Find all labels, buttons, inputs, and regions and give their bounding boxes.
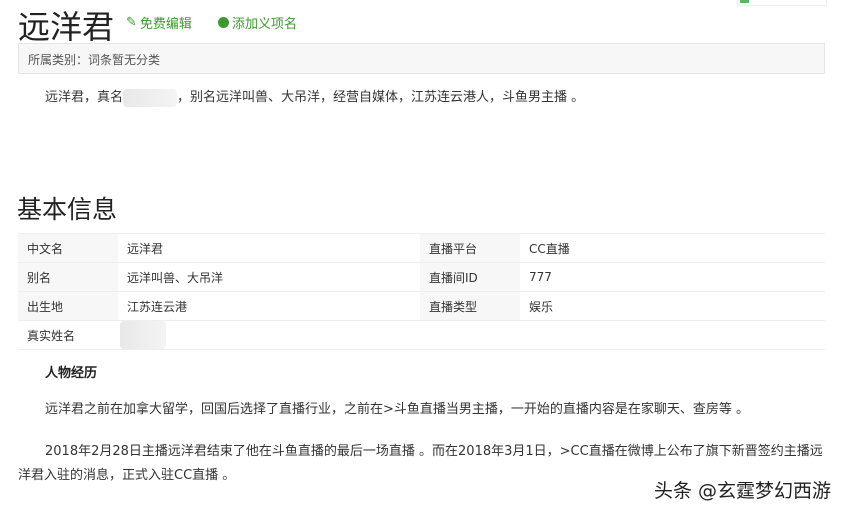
edit-label: 免费编辑	[139, 17, 192, 32]
field-label: 直播间ID	[420, 263, 520, 291]
category-bar: 所属类别：词条暂无分类	[18, 43, 825, 74]
field-value: 远洋君	[127, 241, 164, 256]
table-row: 出生地 江苏连云港 直播类型 娱乐	[18, 292, 825, 321]
redacted-block	[120, 321, 166, 349]
field-value: CC直播	[529, 241, 570, 256]
collect-button[interactable]	[737, 0, 827, 6]
field-label: 中文名	[18, 234, 118, 262]
table-row: 中文名 远洋君 直播平台 CC直播	[18, 234, 825, 263]
intro-text-before: 远洋君，真名	[45, 90, 124, 105]
add-label: 添加义项名	[232, 17, 298, 32]
basic-info-table: 中文名 远洋君 直播平台 CC直播 别名 远洋叫兽、大吊洋 直播间ID 777 出生地 江苏连…	[18, 233, 825, 350]
field-label: 真实姓名	[18, 321, 118, 349]
field-label: 直播平台	[420, 234, 520, 262]
intro-text-after: ，别名远洋叫兽、大吊洋，经营自媒体，江苏连云港人，斗鱼男主播 。	[177, 90, 585, 105]
field-label: 别名	[18, 263, 118, 291]
table-row: 真实姓名	[18, 321, 825, 350]
field-value: 娱乐	[529, 299, 554, 314]
watermark: 头条 @玄霆梦幻西游	[653, 480, 831, 502]
intro-paragraph: 远洋君，真名 ，别名远洋叫兽、大吊洋，经营自媒体，江苏连云港人，斗鱼男主播 。	[45, 88, 825, 108]
edit-button[interactable]: ✎ 免费编辑	[126, 13, 192, 32]
add-sense-button[interactable]: 添加义项名	[218, 13, 297, 32]
add-icon	[218, 17, 229, 28]
field-value: 777	[529, 270, 552, 284]
table-row: 别名 远洋叫兽、大吊洋 直播间ID 777	[18, 263, 825, 292]
collect-icon	[740, 0, 749, 3]
field-value-redacted	[118, 321, 420, 349]
field-value: 江苏连云港	[127, 299, 188, 314]
field-label: 出生地	[18, 292, 118, 320]
page-title: 远洋君	[18, 8, 115, 46]
pencil-icon: ✎	[126, 15, 137, 30]
experience-paragraph: 远洋君之前在加拿大留学，回国后选择了直播行业，之前在>斗鱼直播当男主播，一开始的…	[45, 402, 750, 417]
basic-info-heading: 基本信息	[17, 195, 118, 224]
field-label: 直播类型	[420, 292, 520, 320]
field-value: 远洋叫兽、大吊洋	[127, 270, 224, 285]
experience-heading: 人物经历	[45, 366, 98, 381]
redacted-name	[123, 88, 178, 107]
